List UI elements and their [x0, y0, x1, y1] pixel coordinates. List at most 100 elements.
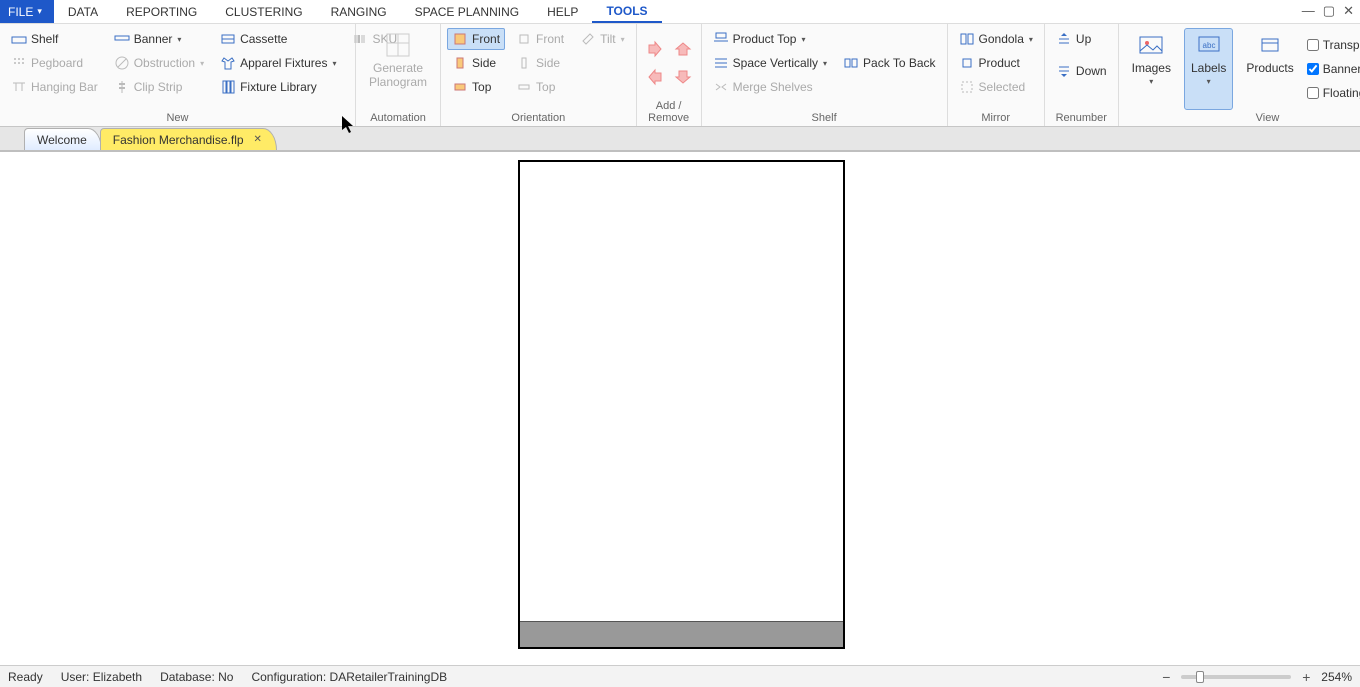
status-user: User: Elizabeth: [61, 670, 142, 684]
lbl: Fashion Merchandise.flp: [113, 133, 244, 147]
group-add-remove: Add / Remove: [637, 24, 702, 126]
group-shelf: Product Top▾ Space Vertically▾ Merge She…: [702, 24, 948, 126]
selected-icon: [959, 79, 975, 95]
product-button[interactable]: Product: [954, 52, 1038, 74]
group-label-new: New: [6, 110, 349, 124]
product-top-button[interactable]: Product Top▾: [708, 28, 832, 50]
group-label-mirror: Mirror: [954, 110, 1038, 124]
val: Elizabeth: [93, 670, 142, 684]
banners-checkbox[interactable]: Banners: [1307, 59, 1360, 79]
close-tab-button[interactable]: ✕: [254, 134, 262, 145]
lbl: Floating Status: [1323, 86, 1360, 100]
product-top-icon: [713, 31, 729, 47]
lbl: Transparent Lab: [1323, 38, 1360, 52]
side-icon: [516, 55, 532, 71]
lbl: Gondola: [979, 32, 1024, 46]
gondola-button[interactable]: Gondola ▾: [954, 28, 1038, 50]
lbl: Side: [472, 56, 496, 70]
lbl: Down: [1076, 64, 1107, 78]
generate-icon: [384, 31, 412, 59]
lbl: Merge Shelves: [733, 80, 813, 94]
banner-button[interactable]: Banner▾: [109, 28, 209, 50]
labels-button[interactable]: abc Labels▾: [1184, 28, 1233, 110]
down-icon: [1056, 63, 1072, 79]
merge-icon: [713, 79, 729, 95]
top-icon: [452, 79, 468, 95]
front-icon: [516, 31, 532, 47]
menu-reporting[interactable]: REPORTING: [112, 0, 211, 23]
group-label-renumber: Renumber: [1051, 110, 1112, 124]
menu-tools[interactable]: TOOLS: [592, 0, 661, 23]
remove-left-button: [643, 65, 667, 89]
transparent-checkbox[interactable]: Transparent Lab: [1307, 35, 1360, 55]
menu-data[interactable]: DATA: [54, 0, 112, 23]
pack-icon: [843, 55, 859, 71]
tab-fashion-merchandise[interactable]: Fashion Merchandise.flp ✕: [100, 128, 277, 150]
lbl: Product: [979, 56, 1020, 70]
statusbar: Ready User: Elizabeth Database: No Confi…: [0, 665, 1360, 687]
maximize-button[interactable]: ▢: [1323, 2, 1335, 20]
side-orient-button: Side: [511, 52, 569, 74]
status-configuration: Configuration: DARetailerTrainingDB: [251, 670, 447, 684]
lbl: Obstruction: [134, 56, 195, 70]
menu-ranging[interactable]: RANGING: [317, 0, 401, 23]
top-view-button[interactable]: Top: [447, 76, 505, 98]
labels-icon: abc: [1195, 31, 1223, 59]
close-button[interactable]: ✕: [1343, 2, 1354, 20]
zoom-slider[interactable]: [1181, 675, 1291, 679]
chevron-down-icon: ▾: [37, 6, 42, 17]
side-view-button[interactable]: Side: [447, 52, 505, 74]
pack-to-back-button[interactable]: Pack To Back: [838, 52, 940, 74]
group-new: Shelf Pegboard Hanging Bar Banner▾ Obstr…: [0, 24, 356, 126]
lbl: Database:: [160, 670, 215, 684]
menu-clustering[interactable]: CLUSTERING: [211, 0, 316, 23]
fixture-library-icon: [220, 79, 236, 95]
add-right-button: [643, 37, 667, 61]
chevron-down-icon: ▾: [1029, 35, 1033, 44]
products-button[interactable]: Products: [1239, 28, 1300, 110]
group-label-view: View: [1125, 110, 1360, 124]
up-icon: [1056, 31, 1072, 47]
apparel-fixtures-button[interactable]: Apparel Fixtures ▾: [215, 52, 341, 74]
menu-space-planning[interactable]: SPACE PLANNING: [401, 0, 533, 23]
chevron-down-icon: ▾: [801, 35, 805, 44]
tab-welcome[interactable]: Welcome: [24, 128, 102, 150]
cassette-button[interactable]: Cassette: [215, 28, 341, 50]
fixture-library-button[interactable]: Fixture Library: [215, 76, 341, 98]
minimize-button[interactable]: —: [1302, 2, 1315, 20]
top-icon: [516, 79, 532, 95]
workspace[interactable]: [0, 152, 1360, 665]
lbl: Products: [1246, 61, 1293, 75]
pegboard-icon: [11, 55, 27, 71]
chevron-down-icon: ▾: [332, 59, 336, 68]
clip-strip-icon: [114, 79, 130, 95]
up-button[interactable]: Up: [1051, 28, 1112, 50]
gondola-icon: [959, 31, 975, 47]
lbl: User:: [61, 670, 90, 684]
group-label-orientation: Orientation: [447, 110, 630, 124]
zoom-in-button[interactable]: +: [1299, 669, 1313, 685]
lbl: Labels: [1191, 61, 1226, 75]
lbl: Apparel Fixtures: [240, 56, 327, 70]
front-view-button[interactable]: Front: [447, 28, 505, 50]
lbl: Front: [536, 32, 564, 46]
obstruction-button: Obstruction▾: [109, 52, 209, 74]
floating-checkbox[interactable]: Floating Status: [1307, 83, 1360, 103]
zoom-thumb[interactable]: [1196, 671, 1204, 683]
window-controls: — ▢ ✕: [1302, 2, 1354, 20]
file-menu[interactable]: FILE ▾: [0, 0, 54, 23]
ribbon: Shelf Pegboard Hanging Bar Banner▾ Obstr…: [0, 24, 1360, 127]
front-orient-button: Front: [511, 28, 569, 50]
shelf-button[interactable]: Shelf: [6, 28, 103, 50]
side-icon: [452, 55, 468, 71]
clip-strip-button: Clip Strip: [109, 76, 209, 98]
val: DARetailerTrainingDB: [330, 670, 448, 684]
images-button[interactable]: Images▾: [1125, 28, 1178, 110]
zoom-out-button[interactable]: −: [1159, 669, 1173, 685]
generate-planogram-button: Generate Planogram: [362, 28, 434, 110]
down-button[interactable]: Down: [1051, 60, 1112, 82]
planogram-canvas[interactable]: [518, 160, 845, 649]
menu-help[interactable]: HELP: [533, 0, 592, 23]
space-vertically-button[interactable]: Space Vertically▾: [708, 52, 832, 74]
status-database: Database: No: [160, 670, 233, 684]
